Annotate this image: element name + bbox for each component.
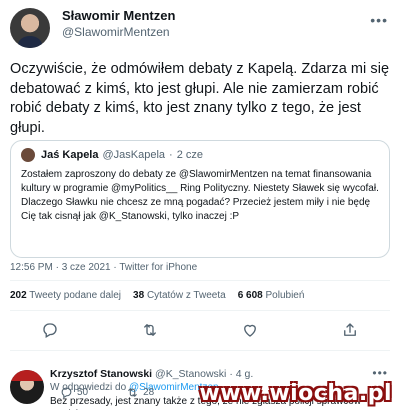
quoted-author-name: Jaś Kapela [41,149,99,161]
author-handle[interactable]: @SlawomirMentzen [62,24,175,40]
divider [10,280,390,281]
quoted-author-avatar [21,148,35,162]
quoted-author-handle: @JasKapela [102,149,166,161]
reply-author-handle[interactable]: @K_Stanowski [155,368,226,380]
quoted-tweet[interactable]: Jaś Kapela @JasKapela · 2 cze Zostałem z… [10,140,390,258]
author-block[interactable]: Sławomir Mentzen @SlawomirMentzen [62,8,175,40]
author-avatar[interactable] [10,8,50,48]
reply-separator-dot: · [229,368,233,380]
reply-reply-action[interactable]: 50 [60,386,88,399]
reply-icon [61,387,72,399]
reply-author-avatar[interactable] [10,370,44,404]
reply-author-name[interactable]: Krzysztof Stanowski [50,368,152,380]
watermark-logo: www.wiocha.pl [199,381,392,406]
quoted-separator-dot: · [169,149,173,161]
retweet-icon [128,388,137,397]
more-options-icon[interactable]: ••• [370,12,388,28]
reply-retweets-count: 28 [143,387,155,398]
quoted-timestamp: 2 cze [176,149,203,161]
reply-replies-count: 50 [77,387,89,398]
reply-timestamp[interactable]: 4 g. [236,368,254,380]
reply-more-options-icon[interactable]: ••• [372,366,388,380]
quoted-tweet-text: Zostałem zaproszony do debaty ze @Slawom… [21,169,379,222]
tweet-text: Oczywiście, że odmówiłem debaty z Kapelą… [10,61,390,136]
author-name[interactable]: Sławomir Mentzen [62,8,175,24]
reply-retweet-action[interactable]: 28 [126,386,154,399]
tweet-timestamp[interactable]: 12:56 PM · 3 cze 2021 · Twitter for iPho… [10,262,197,273]
reply-actions: 50 28 [60,386,154,399]
